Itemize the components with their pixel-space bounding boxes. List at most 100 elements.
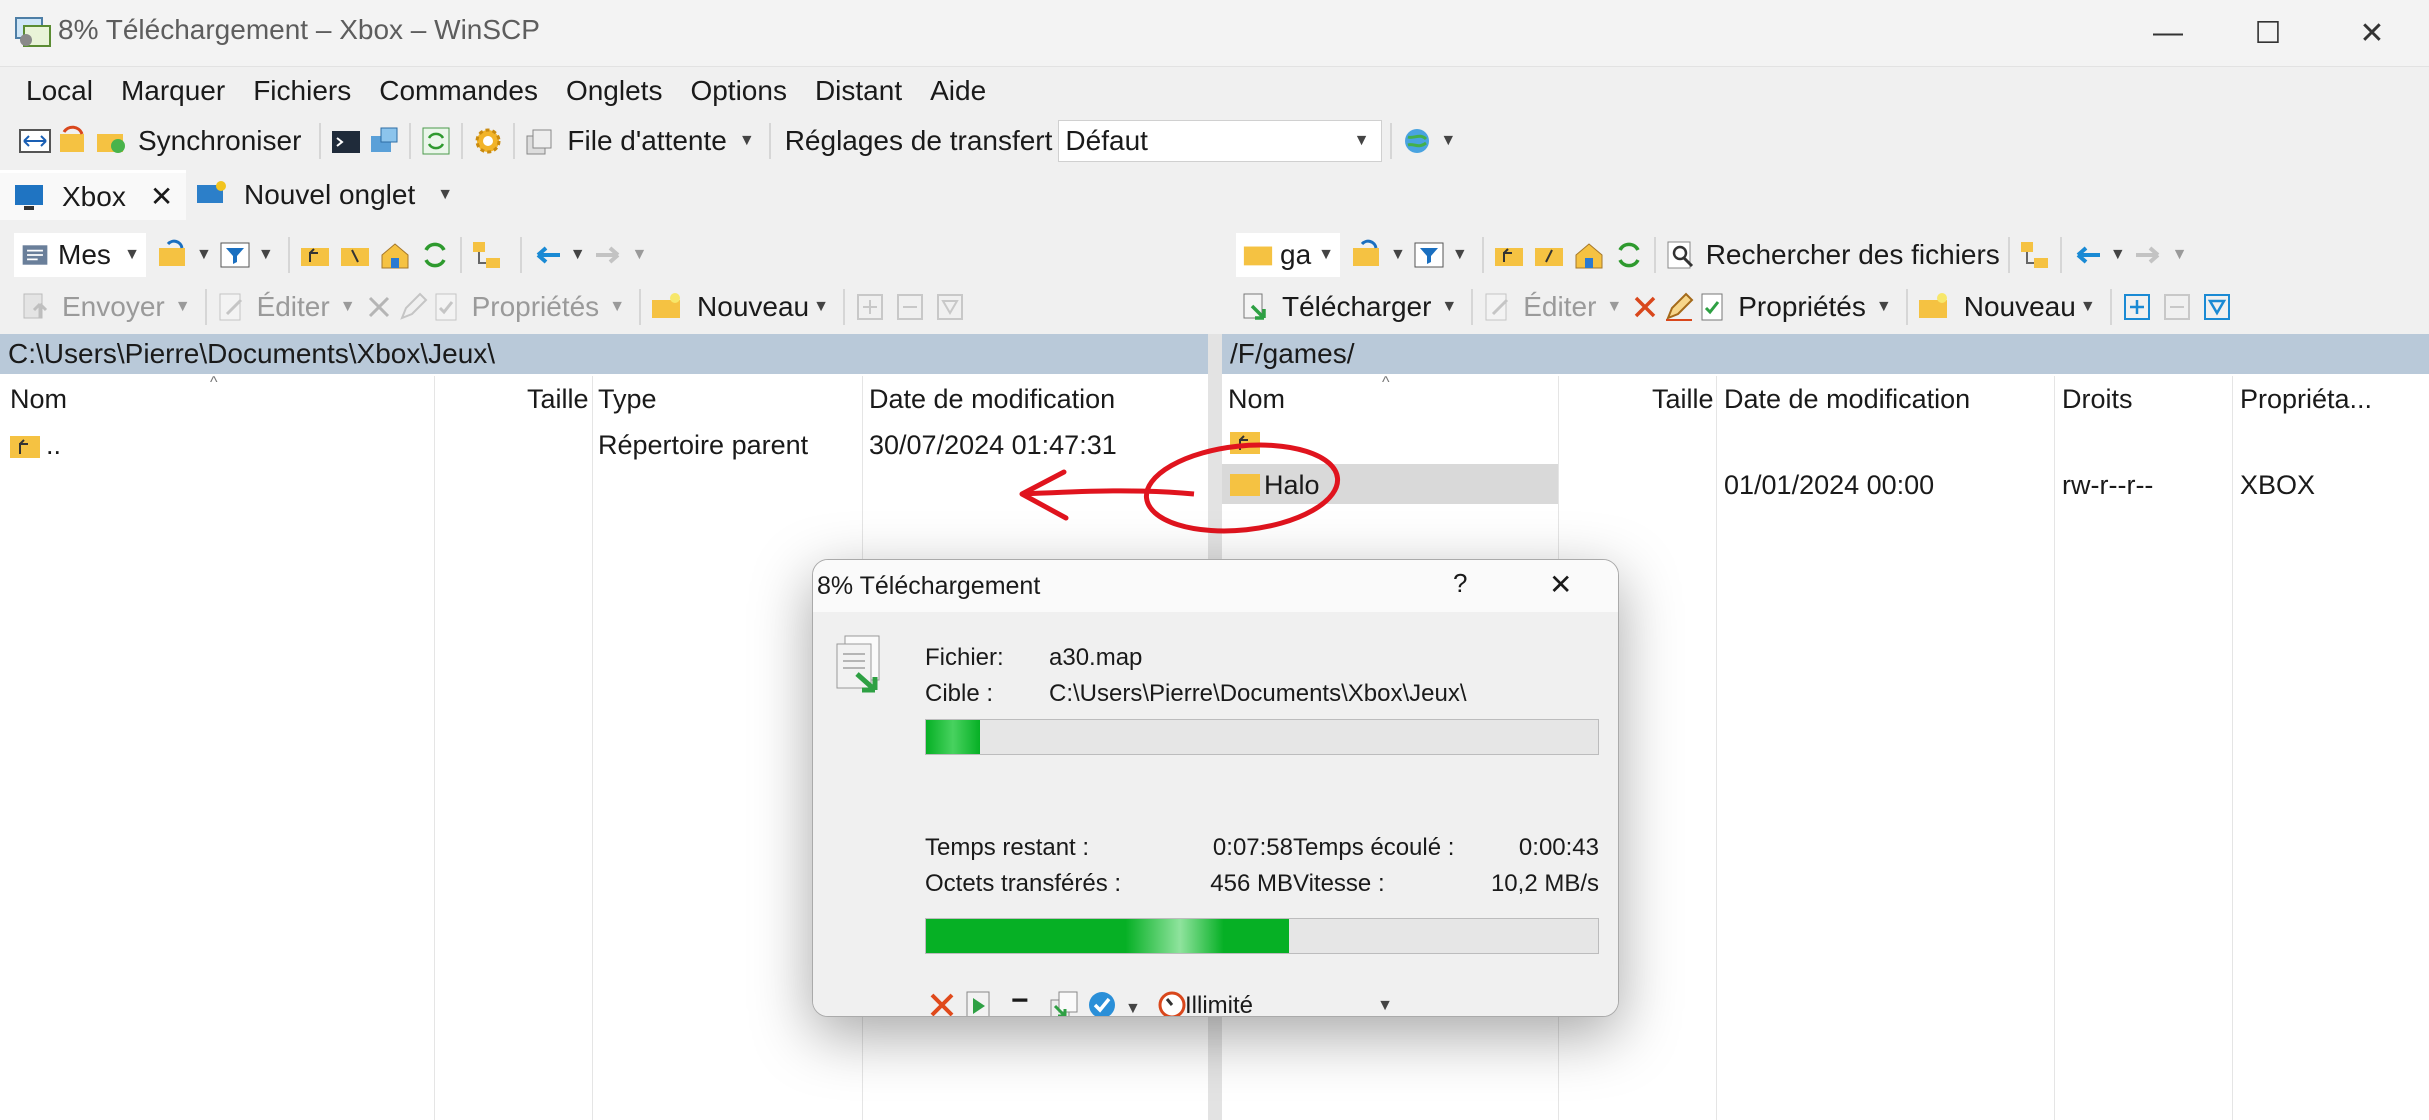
new-folder-icon[interactable] [1916, 290, 1950, 324]
properties-icon[interactable] [430, 290, 464, 324]
refresh-icon[interactable] [1612, 238, 1646, 272]
rename-icon[interactable] [1662, 290, 1696, 324]
unselect-icon[interactable] [2160, 290, 2194, 324]
edit-button[interactable]: Éditer [1523, 291, 1596, 323]
queue-dropdown-icon[interactable]: ▼ [739, 132, 755, 150]
globe-icon[interactable] [1400, 124, 1434, 158]
properties-button[interactable]: Propriétés [472, 291, 600, 323]
tab-xbox[interactable]: Xbox ✕ [0, 170, 186, 220]
select-all-icon[interactable] [2120, 290, 2154, 324]
forward-arrow-icon[interactable] [2132, 238, 2166, 272]
synchronize-button[interactable]: Synchroniser [138, 125, 301, 157]
rename-icon[interactable] [396, 290, 430, 324]
chevron-down-icon[interactable]: ▼ [1606, 298, 1622, 316]
select-all-icon[interactable] [853, 290, 887, 324]
upload-icon[interactable] [18, 290, 52, 324]
once-done-dropdown-icon[interactable]: ▼ [1125, 1000, 1141, 1016]
refresh-icon[interactable] [418, 238, 452, 272]
menu-distant[interactable]: Distant [801, 75, 916, 107]
chevron-down-icon[interactable]: ▼ [2172, 246, 2188, 264]
find-files-button[interactable]: Rechercher des fichiers [1706, 239, 2000, 271]
download-icon[interactable] [1238, 290, 1272, 324]
properties-button[interactable]: Propriétés [1738, 291, 1866, 323]
edit-icon[interactable] [215, 290, 249, 324]
download-button[interactable]: Télécharger [1282, 291, 1431, 323]
close-window-button[interactable]: ✕ [2322, 0, 2422, 66]
cancel-transfer-icon[interactable] [927, 990, 957, 1017]
chevron-down-icon[interactable]: ▼ [340, 298, 356, 316]
queue-button[interactable]: File d'attente [567, 125, 726, 157]
chevron-down-icon[interactable]: ▼ [175, 298, 191, 316]
right-location-select[interactable]: ga ▼ [1236, 233, 1340, 277]
filter-icon[interactable] [1412, 238, 1446, 272]
menu-local[interactable]: Local [12, 75, 107, 107]
back-arrow-icon[interactable] [530, 238, 564, 272]
menu-fichiers[interactable]: Fichiers [239, 75, 365, 107]
maximize-button[interactable]: ☐ [2218, 0, 2318, 66]
new-button[interactable]: Nouveau [697, 291, 809, 323]
upload-button[interactable]: Envoyer [62, 291, 165, 323]
chevron-down-icon[interactable]: ▼ [632, 246, 648, 264]
once-done-icon[interactable] [1085, 988, 1119, 1017]
left-col-name[interactable]: Nom [10, 384, 67, 415]
move-to-background-icon[interactable] [963, 988, 997, 1017]
minimize-button[interactable]: — [2118, 0, 2218, 66]
right-col-owner[interactable]: Propriéta... [2240, 384, 2372, 415]
delete-icon[interactable] [362, 290, 396, 324]
left-col-type[interactable]: Type [598, 384, 657, 415]
forward-arrow-icon[interactable] [592, 238, 626, 272]
new-folder-icon[interactable] [649, 290, 683, 324]
find-files-icon[interactable] [1664, 238, 1698, 272]
menu-onglets[interactable]: Onglets [552, 75, 677, 107]
right-col-size[interactable]: Taille [1652, 384, 1714, 415]
menu-options[interactable]: Options [676, 75, 801, 107]
dialog-close-button[interactable]: ✕ [1549, 568, 1572, 601]
globe-dropdown-icon[interactable]: ▼ [1440, 132, 1456, 150]
tree-icon[interactable] [470, 238, 504, 272]
preferences-gear-icon[interactable] [471, 124, 505, 158]
left-location-select[interactable]: Mes ▼ [14, 233, 146, 277]
new-tab-dropdown-icon[interactable]: ▼ [437, 186, 453, 204]
chevron-down-icon[interactable]: ▼ [196, 246, 212, 264]
chevron-down-icon[interactable]: ▼ [1441, 298, 1457, 316]
right-col-name[interactable]: Nom [1228, 384, 1285, 415]
right-col-rights[interactable]: Droits [2062, 384, 2133, 415]
tab-new[interactable]: Nouvel onglet ▼ [188, 170, 470, 220]
synchronize-folder-icon[interactable] [94, 124, 128, 158]
parent-directory-icon[interactable] [1492, 238, 1526, 272]
chevron-down-icon[interactable]: ▼ [258, 246, 274, 264]
open-directory-icon[interactable] [156, 238, 190, 272]
left-path-bar[interactable]: C:\Users\Pierre\Documents\Xbox\Jeux\ [0, 334, 1208, 374]
new-button[interactable]: Nouveau [1964, 291, 2076, 323]
edit-button[interactable]: Éditer [257, 291, 330, 323]
chevron-down-icon[interactable]: ▼ [813, 298, 829, 316]
chevron-down-icon[interactable]: ▼ [1876, 298, 1892, 316]
menu-marquer[interactable]: Marquer [107, 75, 239, 107]
queue-icon[interactable] [523, 124, 557, 158]
home-icon[interactable] [1572, 238, 1606, 272]
putty-icon[interactable] [367, 124, 401, 158]
chevron-down-icon[interactable]: ▼ [1452, 246, 1468, 264]
chevron-down-icon[interactable]: ▼ [2110, 246, 2126, 264]
chevron-down-icon[interactable]: ▼ [609, 298, 625, 316]
left-col-modified[interactable]: Date de modification [869, 384, 1115, 415]
chevron-down-icon[interactable]: ▼ [1390, 246, 1406, 264]
root-directory-icon[interactable] [1532, 238, 1566, 272]
refresh-queue-icon[interactable] [419, 124, 453, 158]
properties-icon[interactable] [1696, 290, 1730, 324]
filter-icon[interactable] [218, 238, 252, 272]
menu-commandes[interactable]: Commandes [365, 75, 552, 107]
tree-icon[interactable] [2018, 238, 2052, 272]
parent-directory-icon[interactable] [298, 238, 332, 272]
filter-select-icon[interactable] [933, 290, 967, 324]
right-path-bar[interactable]: /F/games/ [1222, 334, 2429, 374]
home-icon[interactable] [378, 238, 412, 272]
speed-limit-select[interactable]: Illimité ▼ [1185, 986, 1403, 1016]
queue-transfer-icon[interactable] [1047, 988, 1081, 1017]
edit-icon[interactable] [1481, 290, 1515, 324]
chevron-down-icon[interactable]: ▼ [2080, 298, 2096, 316]
root-directory-icon[interactable] [338, 238, 372, 272]
minimize-dialog-icon[interactable]: − [1011, 984, 1029, 1016]
synchronize-browsing-icon[interactable] [56, 124, 90, 158]
left-col-size[interactable]: Taille [527, 384, 589, 415]
